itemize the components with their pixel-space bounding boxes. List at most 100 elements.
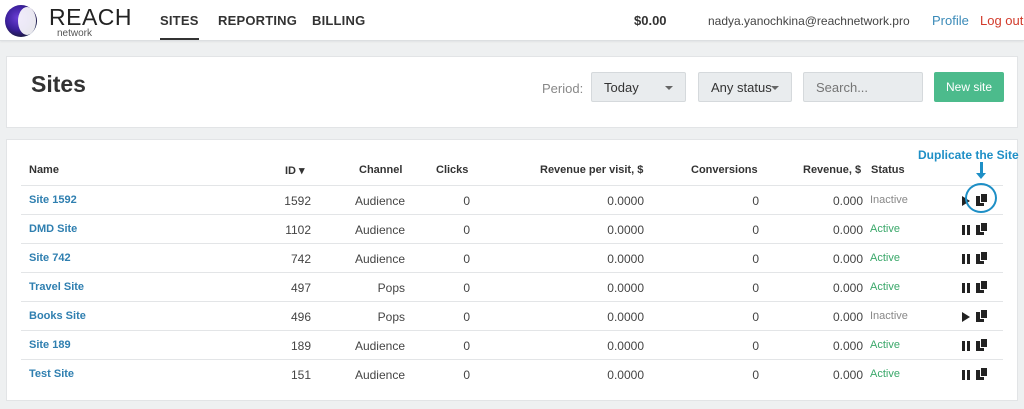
profile-link[interactable]: Profile	[932, 13, 969, 28]
site-revenue-per-visit: 0.0000	[607, 223, 644, 237]
duplicate-icon[interactable]	[976, 251, 988, 264]
status-badge: Inactive	[870, 194, 908, 206]
table-row: Site 742 742 Audience 0 0.0000 0 0.000 Active	[21, 243, 1003, 272]
site-channel: Pops	[377, 310, 405, 324]
site-revenue-per-visit: 0.0000	[607, 310, 644, 324]
site-id: 189	[290, 339, 311, 353]
user-email: nadya.yanochkina@reachnetwork.pro	[708, 14, 910, 28]
status-badge: Inactive	[870, 310, 908, 322]
duplicate-icon[interactable]	[976, 280, 988, 293]
brand-subtitle: network	[57, 28, 93, 39]
site-id: 742	[290, 252, 311, 266]
site-clicks: 0	[463, 252, 470, 266]
duplicate-icon[interactable]	[976, 338, 988, 351]
status-badge: Active	[870, 252, 900, 264]
pause-icon[interactable]	[960, 224, 974, 236]
site-channel: Pops	[377, 281, 405, 295]
site-channel: Audience	[354, 339, 405, 353]
column-header-channel[interactable]: Channel	[359, 164, 402, 176]
site-conversions: 0	[752, 223, 759, 237]
site-revenue: 0.000	[832, 368, 863, 382]
site-name-link[interactable]: Test Site	[29, 368, 74, 380]
site-revenue: 0.000	[832, 223, 863, 237]
period-select[interactable]: Today	[591, 72, 686, 102]
nav-reporting[interactable]: REPORTING	[218, 13, 297, 28]
site-id: 1102	[285, 223, 311, 237]
column-header-name[interactable]: Name	[29, 164, 59, 176]
site-conversions: 0	[752, 194, 759, 208]
nav-billing[interactable]: BILLING	[312, 13, 365, 28]
site-conversions: 0	[752, 339, 759, 353]
column-header-revenue-per-visit[interactable]: Revenue per visit, $	[540, 164, 643, 176]
duplicate-icon[interactable]	[976, 309, 988, 322]
site-revenue: 0.000	[832, 194, 863, 208]
status-badge: Active	[870, 368, 900, 380]
site-name-link[interactable]: Site 742	[29, 252, 71, 264]
site-id: 496	[290, 310, 311, 324]
site-revenue-per-visit: 0.0000	[607, 194, 644, 208]
column-header-status: Status	[871, 164, 905, 176]
site-conversions: 0	[752, 310, 759, 324]
site-name-link[interactable]: Travel Site	[29, 281, 84, 293]
status-badge: Active	[870, 281, 900, 293]
site-revenue: 0.000	[832, 339, 863, 353]
period-label: Period:	[542, 81, 584, 96]
page-title: Sites	[31, 71, 86, 97]
status-badge: Active	[870, 223, 900, 235]
pause-icon[interactable]	[960, 340, 974, 352]
play-icon[interactable]	[960, 311, 974, 323]
search-input[interactable]	[803, 72, 923, 102]
nav-sites[interactable]: SITES	[160, 13, 199, 40]
chevron-down-icon	[665, 86, 673, 90]
logout-link[interactable]: Log out	[980, 13, 1023, 28]
site-revenue-per-visit: 0.0000	[607, 252, 644, 266]
site-revenue-per-visit: 0.0000	[607, 368, 644, 382]
site-revenue-per-visit: 0.0000	[607, 281, 644, 295]
status-badge: Active	[870, 339, 900, 351]
site-id: 1592	[284, 194, 311, 208]
table-row: DMD Site 1102 Audience 0 0.0000 0 0.000 Active	[21, 214, 1003, 243]
status-select[interactable]: Any status	[698, 72, 792, 102]
site-name-link[interactable]: DMD Site	[29, 223, 77, 235]
column-header-clicks[interactable]: Clicks	[436, 164, 468, 176]
logo-mark-icon	[5, 5, 37, 37]
site-channel: Audience	[354, 194, 405, 208]
site-name-link[interactable]: Site 1592	[29, 194, 77, 206]
period-select-value: Today	[604, 80, 639, 95]
pause-icon[interactable]	[960, 369, 974, 381]
annotation-highlight-circle	[965, 183, 997, 213]
table-row: Travel Site 497 Pops 0 0.0000 0 0.000 Active	[21, 272, 1003, 301]
duplicate-icon[interactable]	[976, 222, 988, 235]
table-row: Test Site 151 Audience 0 0.0000 0 0.000 Active	[21, 359, 1003, 388]
duplicate-icon[interactable]	[976, 367, 988, 380]
site-conversions: 0	[752, 281, 759, 295]
brand-logo[interactable]: REACH network	[5, 3, 135, 39]
top-navbar: REACH network SITES REPORTING BILLING $0…	[0, 0, 1024, 41]
site-channel: Audience	[354, 368, 405, 382]
site-name-link[interactable]: Books Site	[29, 310, 86, 322]
new-site-button[interactable]: New site	[934, 72, 1004, 102]
sites-table: Name ID ▾ Channel Clicks Revenue per vis…	[6, 139, 1018, 401]
site-clicks: 0	[463, 281, 470, 295]
chevron-down-icon	[771, 86, 779, 90]
status-select-value: Any status	[711, 80, 772, 95]
site-clicks: 0	[463, 223, 470, 237]
column-header-id[interactable]: ID ▾	[285, 164, 305, 177]
site-conversions: 0	[752, 252, 759, 266]
site-clicks: 0	[463, 310, 470, 324]
site-revenue: 0.000	[832, 252, 863, 266]
column-header-conversions[interactable]: Conversions	[691, 164, 758, 176]
site-id: 497	[290, 281, 311, 295]
site-clicks: 0	[463, 339, 470, 353]
table-row: Books Site 496 Pops 0 0.0000 0 0.000 Inactive	[21, 301, 1003, 330]
site-id: 151	[290, 368, 311, 382]
site-clicks: 0	[463, 194, 470, 208]
table-row: Site 1592 1592 Audience 0 0.0000 0 0.000 Inacti…	[21, 185, 1003, 214]
pause-icon[interactable]	[960, 282, 974, 294]
pause-icon[interactable]	[960, 253, 974, 265]
site-name-link[interactable]: Site 189	[29, 339, 71, 351]
site-revenue-per-visit: 0.0000	[607, 339, 644, 353]
account-balance: $0.00	[634, 13, 667, 28]
site-channel: Audience	[354, 223, 405, 237]
column-header-revenue[interactable]: Revenue, $	[803, 164, 861, 176]
